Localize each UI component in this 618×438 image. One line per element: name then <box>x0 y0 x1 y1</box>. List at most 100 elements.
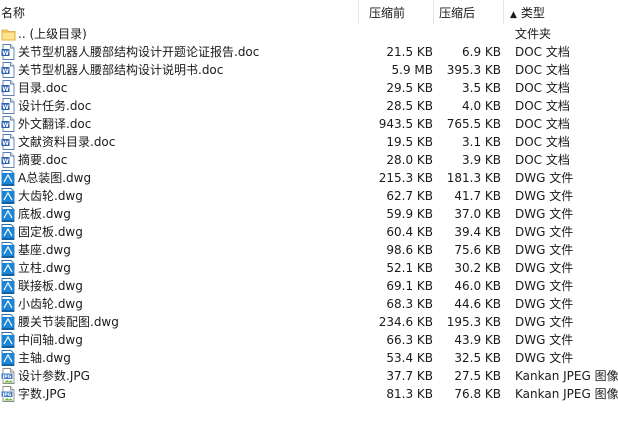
column-divider[interactable] <box>358 0 359 24</box>
file-row[interactable]: 立柱.dwg 52.1 KB 30.2 KB DWG 文件 <box>0 259 618 277</box>
file-compressed-size <box>440 25 501 43</box>
file-row[interactable]: W 设计任务.doc 28.5 KB 4.0 KB DOC 文档 <box>0 97 618 115</box>
file-name: 设计任务.doc <box>18 99 92 113</box>
jpg-file-icon: JPG <box>1 368 15 384</box>
file-type: DWG 文件 <box>515 261 574 275</box>
file-compressed-size: 43.9 KB <box>454 333 501 347</box>
file-name: 立柱.dwg <box>18 261 71 275</box>
file-name: 关节型机器人腰部结构设计开题论证报告.doc <box>18 45 260 59</box>
file-compressed-size: 765.5 KB <box>446 117 501 131</box>
column-divider[interactable] <box>503 0 504 24</box>
file-row[interactable]: W 外文翻译.doc 943.5 KB 765.5 KB DOC 文档 <box>0 115 618 133</box>
dwg-file-icon <box>1 242 15 258</box>
file-original-size: 59.9 KB <box>386 207 433 221</box>
file-original-size: 69.1 KB <box>386 279 433 293</box>
file-original-size: 66.3 KB <box>386 333 433 347</box>
file-compressed-size: 32.5 KB <box>454 351 501 365</box>
file-row[interactable]: 小齿轮.dwg 68.3 KB 44.6 KB DWG 文件 <box>0 295 618 313</box>
file-type: DOC 文档 <box>515 117 570 131</box>
file-row[interactable]: A总装图.dwg 215.3 KB 181.3 KB DWG 文件 <box>0 169 618 187</box>
file-original-size: 98.6 KB <box>386 243 433 257</box>
doc-file-icon: W <box>1 62 15 78</box>
file-compressed-size: 3.5 KB <box>462 81 501 95</box>
file-name: 外文翻译.doc <box>18 117 92 131</box>
file-name: 基座.dwg <box>18 243 71 257</box>
file-compressed-size: 6.9 KB <box>462 45 501 59</box>
file-row[interactable]: 底板.dwg 59.9 KB 37.0 KB DWG 文件 <box>0 205 618 223</box>
doc-file-icon: W <box>1 134 15 150</box>
file-compressed-size: 4.0 KB <box>462 99 501 113</box>
file-original-size: 52.1 KB <box>386 261 433 275</box>
file-type: DWG 文件 <box>515 351 574 365</box>
file-type: DWG 文件 <box>515 243 574 257</box>
doc-file-icon: W <box>1 98 15 114</box>
file-original-size: 37.7 KB <box>386 369 433 383</box>
svg-text:W: W <box>2 86 9 93</box>
file-compressed-size: 3.1 KB <box>462 135 501 149</box>
file-row[interactable]: 联接板.dwg 69.1 KB 46.0 KB DWG 文件 <box>0 277 618 295</box>
file-compressed-size: 195.3 KB <box>446 315 501 329</box>
file-original-size: 5.9 MB <box>391 63 433 77</box>
file-original-size: 62.7 KB <box>386 189 433 203</box>
file-name: 固定板.dwg <box>18 225 83 239</box>
doc-file-icon: W <box>1 152 15 168</box>
file-type: DOC 文档 <box>515 99 570 113</box>
file-original-size: 215.3 KB <box>378 171 433 185</box>
column-header-name[interactable]: 名称 <box>1 5 25 21</box>
file-type: DOC 文档 <box>515 63 570 77</box>
dwg-file-icon <box>1 170 15 186</box>
file-type: DOC 文档 <box>515 153 570 167</box>
file-type: DWG 文件 <box>515 333 574 347</box>
file-compressed-size: 76.8 KB <box>454 387 501 401</box>
file-compressed-size: 3.9 KB <box>462 153 501 167</box>
file-compressed-size: 46.0 KB <box>454 279 501 293</box>
svg-text:W: W <box>2 158 9 165</box>
file-original-size: 68.3 KB <box>386 297 433 311</box>
file-compressed-size: 75.6 KB <box>454 243 501 257</box>
file-name: 摘要.doc <box>18 153 68 167</box>
svg-text:JPG: JPG <box>2 374 12 380</box>
column-header-original-size[interactable]: 压缩前 <box>369 5 405 21</box>
svg-text:JPG: JPG <box>2 392 12 398</box>
folder-up-icon <box>1 26 16 42</box>
file-row[interactable]: 固定板.dwg 60.4 KB 39.4 KB DWG 文件 <box>0 223 618 241</box>
column-header-type[interactable]: ▲ 类型 <box>510 5 545 21</box>
file-name: 主轴.dwg <box>18 351 71 365</box>
file-row[interactable]: 大齿轮.dwg 62.7 KB 41.7 KB DWG 文件 <box>0 187 618 205</box>
file-compressed-size: 44.6 KB <box>454 297 501 311</box>
file-type: DWG 文件 <box>515 297 574 311</box>
file-type: 文件夹 <box>515 27 552 41</box>
file-original-size: 81.3 KB <box>386 387 433 401</box>
file-original-size: 60.4 KB <box>386 225 433 239</box>
file-type: DWG 文件 <box>515 279 574 293</box>
file-row[interactable]: W 摘要.doc 28.0 KB 3.9 KB DOC 文档 <box>0 151 618 169</box>
column-divider[interactable] <box>433 0 434 24</box>
svg-text:W: W <box>2 122 9 129</box>
file-row[interactable]: W 文献资料目录.doc 19.5 KB 3.1 KB DOC 文档 <box>0 133 618 151</box>
jpg-file-icon: JPG <box>1 386 15 402</box>
file-row[interactable]: 基座.dwg 98.6 KB 75.6 KB DWG 文件 <box>0 241 618 259</box>
file-name: 目录.doc <box>18 81 68 95</box>
file-original-size: 28.5 KB <box>386 99 433 113</box>
dwg-file-icon <box>1 206 15 222</box>
column-header-compressed-size[interactable]: 压缩后 <box>439 5 475 21</box>
file-compressed-size: 181.3 KB <box>446 171 501 185</box>
file-row[interactable]: W 关节型机器人腰部结构设计说明书.doc 5.9 MB 395.3 KB DOC 文档 <box>0 61 618 79</box>
file-row[interactable]: 主轴.dwg 53.4 KB 32.5 KB DWG 文件 <box>0 349 618 367</box>
file-type: DOC 文档 <box>515 135 570 149</box>
file-row[interactable]: W 目录.doc 29.5 KB 3.5 KB DOC 文档 <box>0 79 618 97</box>
file-name: 底板.dwg <box>18 207 71 221</box>
file-name: .. (上级目录) <box>18 27 87 41</box>
file-row[interactable]: 腰关节装配图.dwg 234.6 KB 195.3 KB DWG 文件 <box>0 313 618 331</box>
file-row[interactable]: JPG 设计参数.JPG 37.7 KB 27.5 KB Kankan JPEG 图像 <box>0 367 618 385</box>
file-compressed-size: 30.2 KB <box>454 261 501 275</box>
file-name: 设计参数.JPG <box>18 369 90 383</box>
file-compressed-size: 395.3 KB <box>446 63 501 77</box>
svg-text:W: W <box>2 104 9 111</box>
file-row[interactable]: .. (上级目录) 文件夹 <box>0 25 618 43</box>
file-original-size: 234.6 KB <box>378 315 433 329</box>
file-row[interactable]: 中间轴.dwg 66.3 KB 43.9 KB DWG 文件 <box>0 331 618 349</box>
file-row[interactable]: JPG 字数.JPG 81.3 KB 76.8 KB Kankan JPEG 图像 <box>0 385 618 403</box>
file-name: 大齿轮.dwg <box>18 189 83 203</box>
file-row[interactable]: W 关节型机器人腰部结构设计开题论证报告.doc 21.5 KB 6.9 KB DOC … <box>0 43 618 61</box>
